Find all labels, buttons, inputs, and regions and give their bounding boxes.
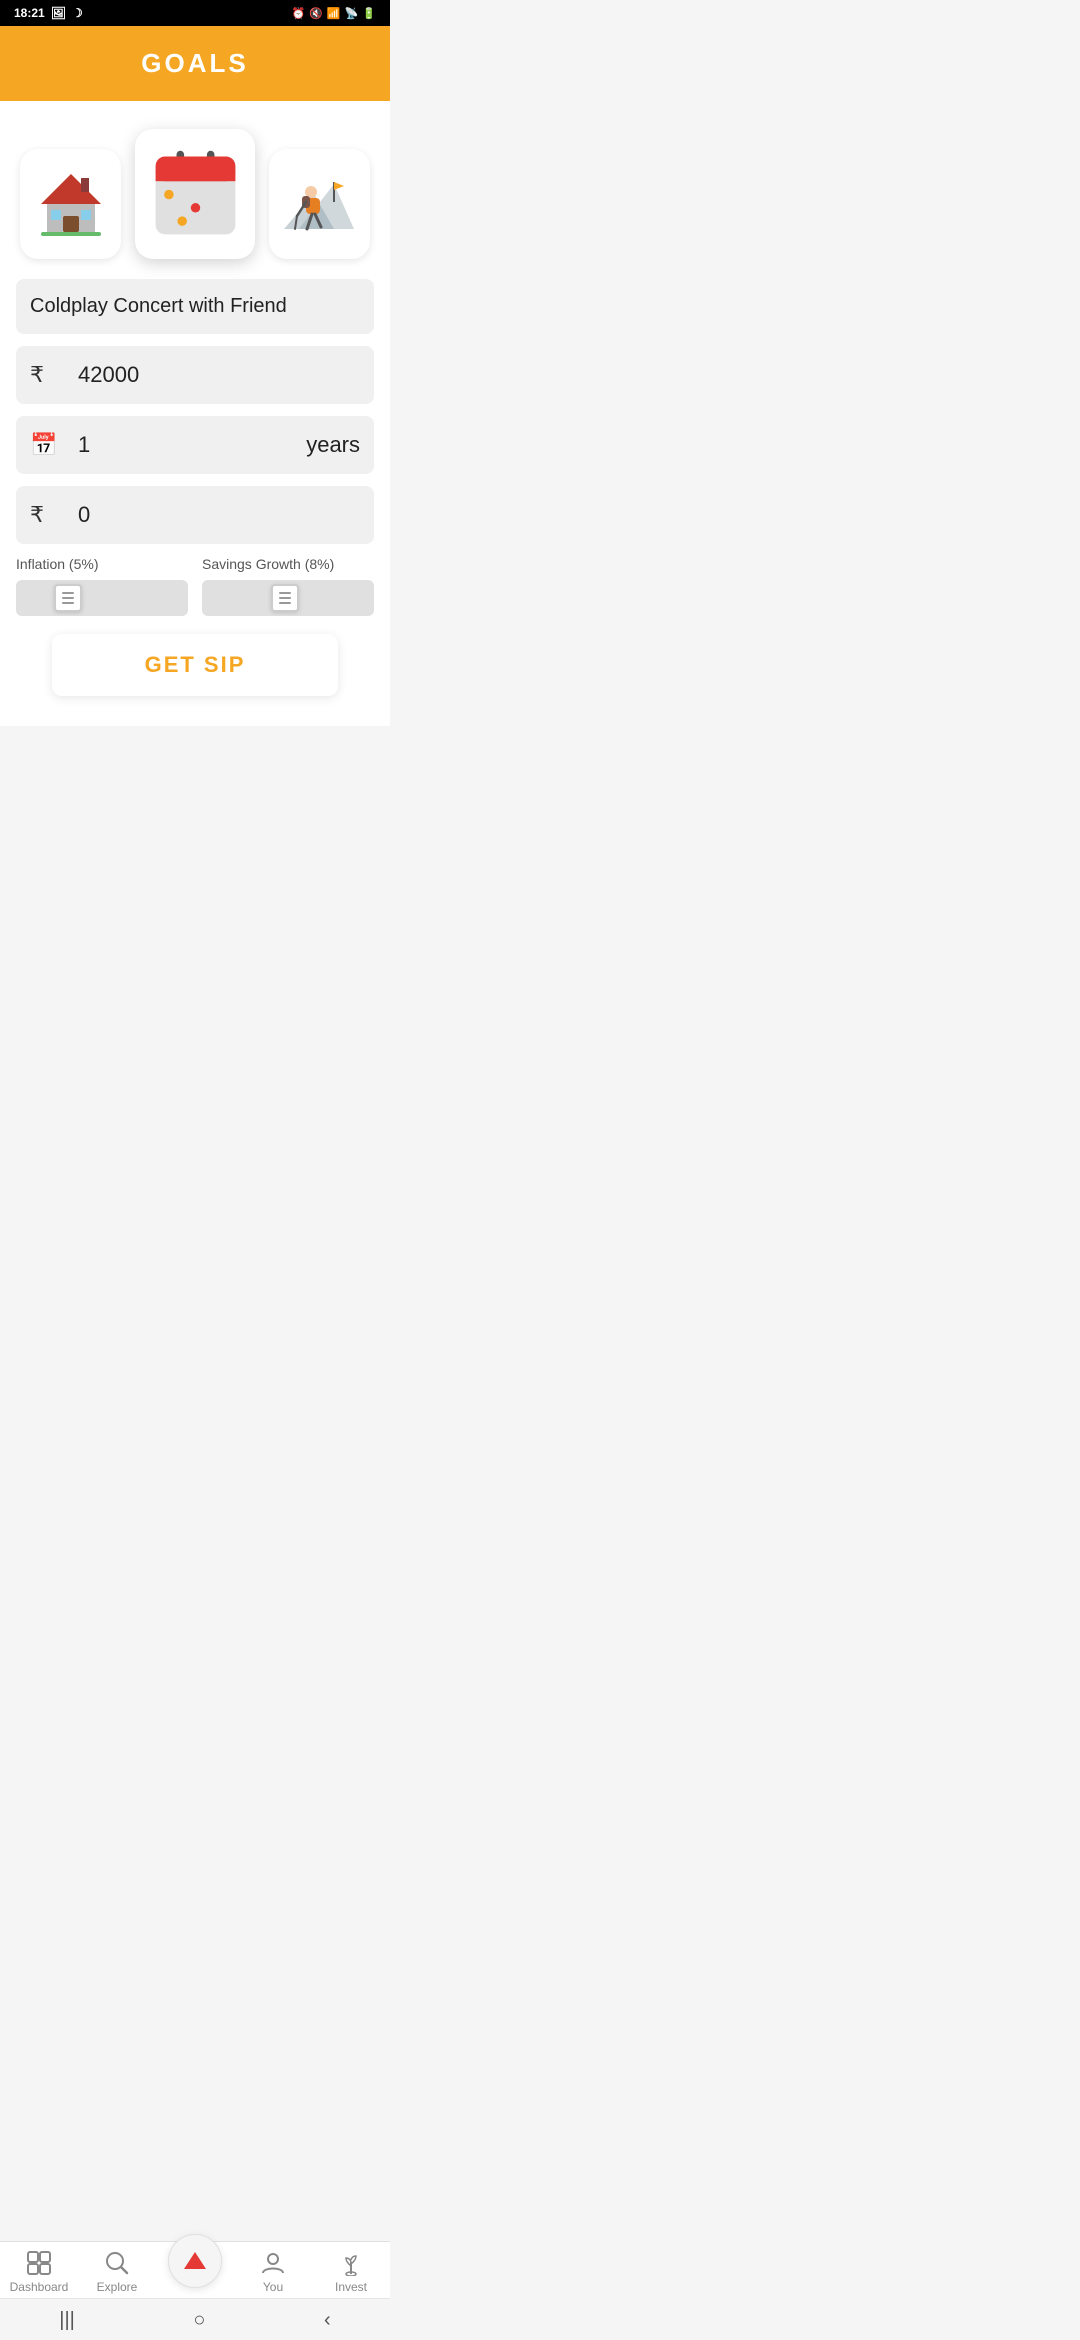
android-nav-bar: ||| ○ ‹ xyxy=(0,2298,390,2340)
calendar-icon xyxy=(148,147,243,242)
bottom-nav: Dashboard Explore You xyxy=(0,2241,390,2340)
nav-center-circle[interactable] xyxy=(168,2234,222,2288)
grip-line-2 xyxy=(62,597,74,599)
slider-thumb-grip xyxy=(62,592,74,604)
page-header: GOALS xyxy=(0,26,390,101)
savings-growth-label: Savings Growth (8%) xyxy=(202,556,374,572)
savings-growth-track[interactable] xyxy=(202,580,374,616)
get-sip-button[interactable]: GET SIP xyxy=(52,634,338,696)
back-button[interactable]: ‹ xyxy=(324,2309,331,2332)
explore-icon xyxy=(104,2250,130,2276)
recents-button[interactable]: ||| xyxy=(59,2309,75,2332)
nav-label-invest: Invest xyxy=(335,2280,367,2294)
grip2-line-3 xyxy=(279,602,291,604)
mute-icon: 🔇 xyxy=(309,7,323,20)
category-calendar[interactable] xyxy=(135,129,255,259)
inflation-slider-group: Inflation (5%) xyxy=(16,556,188,616)
inflation-label: Inflation (5%) xyxy=(16,556,188,572)
calendar-input-icon: 📅 xyxy=(30,432,62,458)
house-icon xyxy=(31,164,111,244)
hiker-icon xyxy=(279,164,359,244)
nav-item-you[interactable]: You xyxy=(243,2250,303,2294)
photo-icon: 🖼 xyxy=(51,6,66,20)
page-title: GOALS xyxy=(0,48,390,79)
slider-thumb-grip-2 xyxy=(279,592,291,604)
duration-input[interactable] xyxy=(78,432,294,458)
category-row xyxy=(0,101,390,279)
alarm-icon: ⏰ xyxy=(291,7,305,20)
nav-item-explore[interactable]: Explore xyxy=(87,2250,147,2294)
bottom-spacer xyxy=(0,726,390,846)
nav-item-invest[interactable]: Invest xyxy=(321,2250,381,2294)
moon-icon: ☽ xyxy=(72,6,83,20)
grip-line-1 xyxy=(62,592,74,594)
nav-item-dashboard[interactable]: Dashboard xyxy=(9,2250,69,2294)
nav-row: Dashboard Explore You xyxy=(0,2242,390,2298)
invest-plant-icon xyxy=(338,2250,364,2276)
goal-name-row[interactable]: Coldplay Concert with Friend xyxy=(16,279,374,334)
wifi-icon: 📶 xyxy=(327,7,341,20)
time-display: 18:21 xyxy=(14,6,45,20)
nav-item-center[interactable] xyxy=(165,2234,225,2288)
category-travel[interactable] xyxy=(269,149,370,259)
battery-icon: 🔋 xyxy=(362,7,376,20)
status-time: 18:21 🖼 ☽ xyxy=(14,6,83,20)
inflation-track[interactable] xyxy=(16,580,188,616)
duration-unit: years xyxy=(306,432,360,458)
nav-label-dashboard: Dashboard xyxy=(10,2280,69,2294)
form-area: Coldplay Concert with Friend ₹ 42000 📅 1… xyxy=(0,279,390,726)
rupee-icon-amount: ₹ xyxy=(30,362,62,388)
goal-name-input[interactable] xyxy=(30,295,360,318)
grip2-line-1 xyxy=(279,592,291,594)
rupee-icon-savings: ₹ xyxy=(30,502,62,528)
center-triangle-icon xyxy=(181,2247,209,2275)
grip-line-3 xyxy=(62,602,74,604)
sliders-row: Inflation (5%) Savings Growth (8%) xyxy=(16,556,374,616)
category-home[interactable] xyxy=(20,149,121,259)
status-icons: ⏰ 🔇 📶 📡 🔋 xyxy=(291,7,376,20)
inflation-thumb[interactable] xyxy=(54,584,82,612)
duration-row[interactable]: 📅 1 years xyxy=(16,416,374,474)
amount-row[interactable]: ₹ 42000 xyxy=(16,346,374,404)
savings-row[interactable]: ₹ 0 xyxy=(16,486,374,544)
status-bar: 18:21 🖼 ☽ ⏰ 🔇 📶 📡 🔋 xyxy=(0,0,390,26)
nav-label-explore: Explore xyxy=(97,2280,138,2294)
nav-label-you: You xyxy=(263,2280,283,2294)
signal-icon: 📡 xyxy=(345,7,359,20)
home-button[interactable]: ○ xyxy=(193,2309,205,2332)
dashboard-icon xyxy=(26,2250,52,2276)
you-person-icon xyxy=(260,2250,286,2276)
amount-input[interactable] xyxy=(78,362,360,388)
savings-growth-slider-group: Savings Growth (8%) xyxy=(202,556,374,616)
savings-growth-thumb[interactable] xyxy=(271,584,299,612)
grip2-line-2 xyxy=(279,597,291,599)
savings-input[interactable] xyxy=(78,502,360,528)
